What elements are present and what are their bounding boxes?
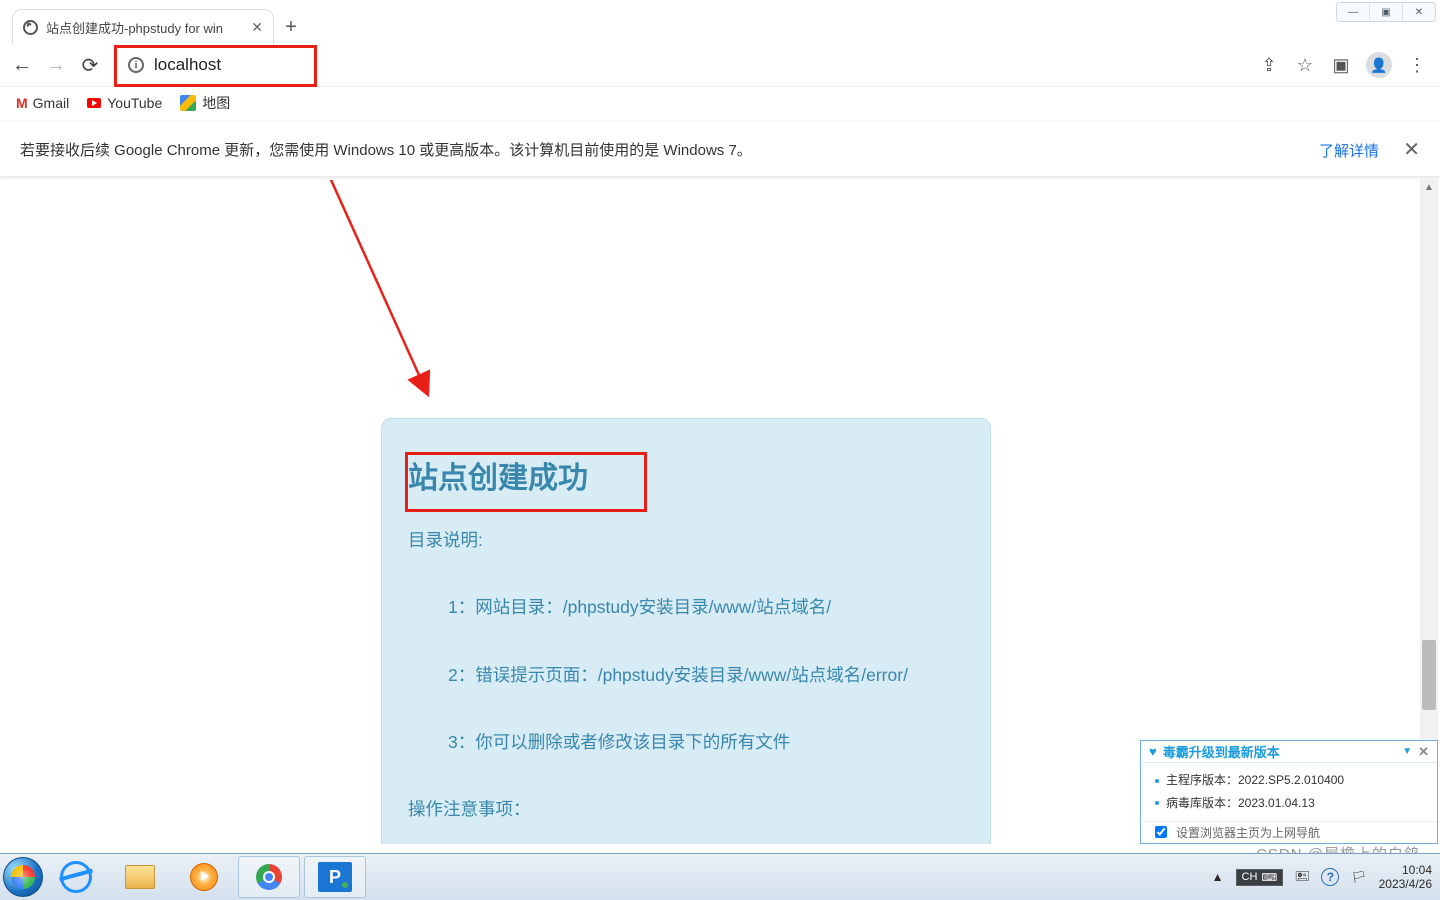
infobar-message: 若要接收后续 Google Chrome 更新，您需使用 Windows 10 … [20, 139, 752, 160]
reload-button[interactable]: ⟳ [80, 53, 100, 78]
learn-more-link[interactable]: 了解详情 [1319, 143, 1379, 160]
phpstudy-icon: P [318, 862, 352, 892]
ime-indicator[interactable]: CH⌨ [1236, 869, 1284, 886]
share-icon[interactable]: ⇪ [1258, 55, 1280, 76]
update-infobar: 若要接收后续 Google Chrome 更新，您需使用 Windows 10 … [0, 122, 1440, 176]
popup-close-icon[interactable]: ✕ [1418, 744, 1429, 760]
directory-item-2: 2：错误提示页面：/phpstudy安装目录/www/站点域名/error/ [448, 652, 964, 699]
homepage-checkbox[interactable] [1155, 826, 1167, 838]
taskbar-ie[interactable] [46, 857, 106, 897]
tray-arrow-icon[interactable]: ▲ [1212, 870, 1224, 884]
globe-icon [23, 20, 38, 35]
bookmark-label: YouTube [107, 95, 162, 111]
ops-heading: 操作注意事项： [408, 786, 964, 833]
folder-icon [125, 865, 155, 889]
infobar-close-icon[interactable]: ✕ [1403, 139, 1420, 161]
scrollbar-thumb[interactable] [1422, 640, 1436, 710]
maps-icon [180, 95, 196, 111]
tab-title: 站点创建成功-phpstudy for win [46, 18, 243, 37]
window-controls: — ▣ ✕ [1336, 2, 1436, 22]
directory-heading: 目录说明: [408, 517, 964, 564]
bookmark-star-icon[interactable]: ☆ [1294, 55, 1316, 76]
bullet-icon [1155, 801, 1159, 805]
panel-icon[interactable]: ▣ [1330, 55, 1352, 76]
browser-toolbar: ← → ⟳ i localhost ⇪ ☆ ▣ 👤 ⋮ [0, 44, 1440, 87]
minimize-button[interactable]: — [1337, 3, 1370, 21]
tray-help-icon[interactable]: ? [1321, 868, 1339, 886]
browser-tab[interactable]: 站点创建成功-phpstudy for win ✕ [12, 9, 274, 44]
tab-strip: 站点创建成功-phpstudy for win ✕ + [12, 8, 1340, 44]
close-tab-icon[interactable]: ✕ [251, 19, 263, 36]
address-bar[interactable]: i localhost [114, 48, 1244, 82]
directory-item-3: 3：你可以删除或者修改该目录下的所有文件 [448, 719, 964, 766]
new-tab-button[interactable]: + [274, 10, 308, 44]
clock-time: 10:04 [1379, 863, 1432, 877]
url-text: localhost [154, 55, 221, 75]
popup-line-2: 病毒库版本：2023.01.04.13 [1166, 792, 1315, 815]
popup-foot-label: 设置浏览器主页为上网导航 [1176, 824, 1320, 841]
site-info-icon[interactable]: i [128, 57, 144, 73]
taskbar-phpstudy[interactable]: P [304, 856, 366, 898]
bookmark-maps[interactable]: 地图 [180, 93, 230, 113]
bullet-icon [1155, 779, 1159, 783]
taskbar-chrome[interactable] [238, 856, 300, 898]
scroll-up-icon[interactable]: ▲ [1420, 178, 1438, 196]
mediaplayer-icon [190, 863, 218, 891]
taskbar-mediaplayer[interactable] [174, 857, 234, 897]
chrome-icon [256, 864, 282, 890]
forward-button[interactable]: → [46, 54, 66, 77]
success-card: 站点创建成功 目录说明: 1：网站目录：/phpstudy安装目录/www/站点… [381, 418, 991, 844]
gmail-icon: M [16, 95, 27, 111]
bookmark-gmail[interactable]: M Gmail [16, 95, 69, 111]
card-title: 站点创建成功 [408, 453, 588, 497]
profile-avatar[interactable]: 👤 [1366, 52, 1392, 78]
tray-flag-icon[interactable]: 🏳 [1351, 870, 1366, 884]
ie-icon [60, 861, 92, 893]
popup-dropdown-icon[interactable]: ▼ [1402, 746, 1412, 757]
tray-volume-icon[interactable]: 🖭 [1295, 867, 1309, 888]
shield-icon: ♥ [1149, 744, 1157, 759]
windows-orb-icon [3, 857, 43, 897]
maximize-button[interactable]: ▣ [1370, 3, 1403, 21]
bookmarks-bar: M Gmail YouTube 地图 [0, 86, 1440, 120]
youtube-icon [87, 98, 101, 108]
bookmark-label: Gmail [33, 95, 70, 111]
system-tray: ▲ CH⌨ 🖭 ? 🏳 10:04 2023/4/26 [1212, 854, 1440, 900]
start-button[interactable] [0, 854, 46, 900]
taskbar: P ▲ CH⌨ 🖭 ? 🏳 10:04 2023/4/26 [0, 853, 1440, 900]
bookmark-youtube[interactable]: YouTube [87, 95, 162, 111]
menu-icon[interactable]: ⋮ [1406, 55, 1428, 76]
clock-date: 2023/4/26 [1379, 877, 1432, 891]
back-button[interactable]: ← [12, 54, 32, 77]
antivirus-popup: ♥ 毒霸升级到最新版本 ▼ ✕ 主程序版本：2022.SP5.2.010400 … [1140, 740, 1438, 844]
taskbar-explorer[interactable] [110, 857, 170, 897]
popup-title: 毒霸升级到最新版本 [1163, 742, 1396, 761]
clock[interactable]: 10:04 2023/4/26 [1379, 863, 1432, 892]
directory-item-1: 1：网站目录：/phpstudy安装目录/www/站点域名/ [448, 584, 964, 631]
close-button[interactable]: ✕ [1403, 3, 1435, 21]
popup-line-1: 主程序版本：2022.SP5.2.010400 [1166, 769, 1344, 792]
bookmark-label: 地图 [202, 93, 230, 113]
